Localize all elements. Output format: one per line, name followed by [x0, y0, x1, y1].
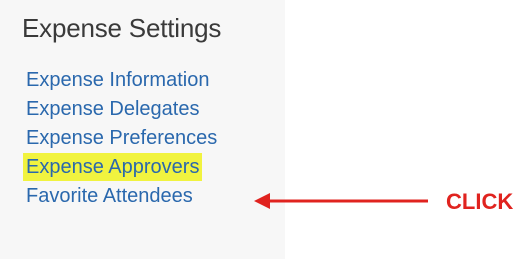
- click-annotation: CLICK: [446, 189, 514, 214]
- favorite-attendees-link[interactable]: Favorite Attendees: [26, 185, 193, 207]
- menu-item-favorite-attendees: Favorite Attendees: [26, 182, 217, 211]
- expense-delegates-link[interactable]: Expense Delegates: [26, 98, 199, 120]
- menu-item-expense-information: Expense Information: [26, 66, 217, 95]
- expense-settings-panel: Expense Settings Expense Information Exp…: [0, 0, 285, 259]
- expense-approvers-link[interactable]: Expense Approvers: [26, 156, 200, 178]
- red-arrow-icon: [254, 193, 428, 209]
- section-title: Expense Settings: [22, 13, 222, 43]
- menu-item-expense-preferences: Expense Preferences: [26, 124, 217, 153]
- expense-preferences-link[interactable]: Expense Preferences: [26, 127, 217, 149]
- menu-item-expense-delegates: Expense Delegates: [26, 95, 217, 124]
- settings-menu: Expense Information Expense Delegates Ex…: [26, 66, 217, 211]
- menu-item-expense-approvers: Expense Approvers: [26, 153, 217, 182]
- expense-information-link[interactable]: Expense Information: [26, 69, 209, 91]
